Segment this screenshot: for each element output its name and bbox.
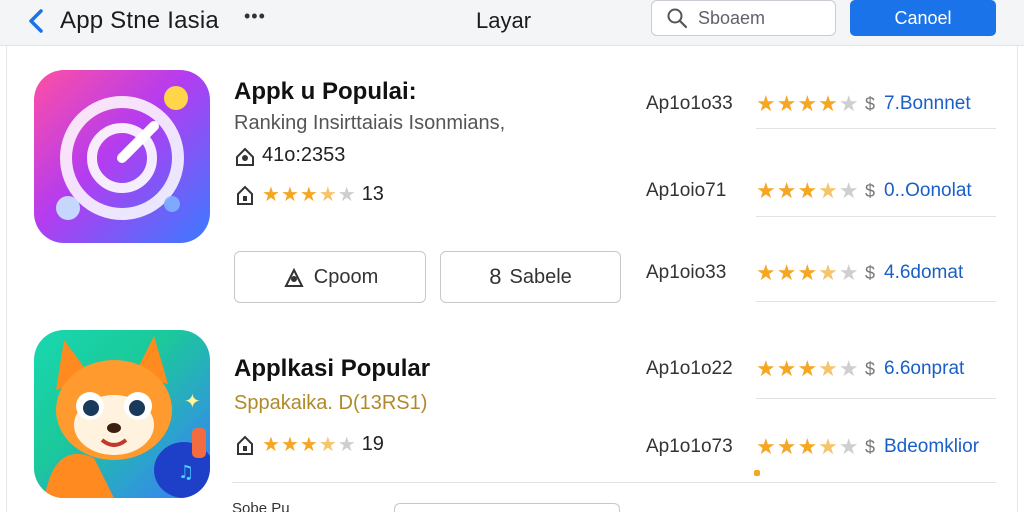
- app-name: Appk u Populai:: [234, 78, 417, 105]
- item-code: Ap1oio71: [646, 180, 727, 201]
- fox-mascot-icon[interactable]: ♫ ✦: [34, 330, 210, 498]
- item-price: 6.6onprat: [884, 358, 965, 379]
- currency-symbol: $: [864, 262, 875, 283]
- star-empty-icon: ★: [337, 434, 356, 456]
- downloads-count: 41o:2353: [262, 144, 346, 166]
- list-item[interactable]: Ap1o1o22 ★★★★★ $ 6.6onprat: [646, 354, 996, 384]
- item-price: Bdeomklior: [884, 436, 980, 457]
- item-code: Ap1o1o73: [646, 436, 733, 457]
- app-rating-stars: ★ ★ ★ ★ ★: [262, 432, 356, 457]
- ellipsis-icon[interactable]: •••: [244, 6, 266, 27]
- star-half-icon: ★: [318, 184, 337, 206]
- item-price: 0..Oonolat: [884, 180, 972, 201]
- app-rating-stars: ★ ★ ★ ★ ★: [262, 182, 356, 207]
- next-item-label: Sobe Pu: [232, 500, 290, 512]
- item-rating-stars: ★★★★★: [756, 356, 860, 381]
- divider: [756, 216, 996, 217]
- item-code: Ap1o1o33: [646, 93, 733, 114]
- rating-meta: ★ ★ ★ ★ ★ 19: [234, 432, 384, 457]
- item-rating-stars: ★★★★★: [756, 260, 860, 285]
- cancel-button[interactable]: Canoel: [850, 0, 996, 36]
- back-button[interactable]: [22, 6, 50, 36]
- currency-symbol: $: [864, 180, 875, 201]
- search-icon: [667, 8, 688, 29]
- app-subtitle: Ranking Insirttaiais Isonmians,: [234, 112, 506, 134]
- item-rating-stars: ★★★★★: [756, 434, 860, 459]
- save-button-label: Sabele: [509, 265, 572, 288]
- star-icon: ★: [280, 434, 299, 456]
- star-half-icon: ★: [318, 434, 337, 456]
- lock-icon: [237, 435, 253, 455]
- search-input[interactable]: [698, 7, 828, 29]
- page-title: Layar: [476, 8, 532, 33]
- top-bar: App Stne Iasia ••• Layar Canoel: [0, 0, 1024, 46]
- user-download-icon: [236, 147, 254, 166]
- divider: [756, 301, 996, 302]
- gradient-target-icon[interactable]: [34, 70, 210, 243]
- open-button[interactable]: Cpoom: [234, 251, 426, 303]
- list-item[interactable]: Ap1o1o33 ★★★★★ $ 7.Bonnnet: [646, 89, 996, 119]
- marker-dot: [754, 470, 760, 476]
- item-code: Ap1oio33: [646, 262, 727, 283]
- list-item[interactable]: Ap1oio33 ★★★★★ $ 4.6domat: [646, 258, 996, 288]
- lock-icon: [237, 185, 253, 205]
- svg-text:♫: ♫: [178, 462, 194, 483]
- list-item[interactable]: Ap1oio71 ★★★★★ $ 0..Oonolat: [646, 176, 996, 206]
- save-button[interactable]: 8 Sabele: [440, 251, 621, 303]
- star-icon: ★: [262, 184, 280, 206]
- star-icon: ★: [262, 434, 280, 456]
- bookmark-icon: 8: [489, 264, 502, 289]
- person-icon: [284, 267, 304, 287]
- item-price: 7.Bonnnet: [884, 93, 971, 114]
- search-box[interactable]: [651, 0, 836, 36]
- section-divider: [232, 482, 996, 483]
- currency-symbol: $: [864, 436, 875, 457]
- divider: [756, 398, 996, 399]
- app-subtitle: Sppakaika. D(13RS1): [234, 392, 428, 414]
- rating-meta: ★ ★ ★ ★ ★ 13: [234, 182, 384, 207]
- rating-count: 13: [361, 183, 384, 205]
- open-button-label: Cpoom: [313, 265, 379, 288]
- currency-symbol: $: [864, 93, 875, 114]
- item-price: 4.6domat: [884, 262, 964, 283]
- star-icon: ★: [299, 184, 318, 206]
- item-rating-stars: ★★★★★: [756, 91, 860, 116]
- app-title: App Stne Iasia: [60, 7, 219, 34]
- app-icon-art: ♫ ✦: [44, 336, 210, 498]
- item-rating-stars: ★★★★★: [756, 178, 860, 203]
- app-icon-art: [56, 86, 188, 220]
- divider: [756, 128, 996, 129]
- downloads-meta: 41o:2353: [234, 144, 345, 167]
- star-icon: ★: [299, 434, 318, 456]
- list-item[interactable]: Ap1o1o73 ★★★★★ $ Bdeomklior: [646, 432, 996, 462]
- app-name: Applkasi Popular: [234, 355, 431, 382]
- chevron-left-icon: [29, 9, 43, 33]
- svg-text:✦: ✦: [184, 389, 201, 413]
- next-item-button[interactable]: [394, 503, 620, 512]
- currency-symbol: $: [864, 358, 875, 379]
- rating-count: 19: [361, 433, 384, 455]
- item-code: Ap1o1o22: [646, 358, 733, 379]
- star-icon: ★: [280, 184, 299, 206]
- star-empty-icon: ★: [337, 184, 356, 206]
